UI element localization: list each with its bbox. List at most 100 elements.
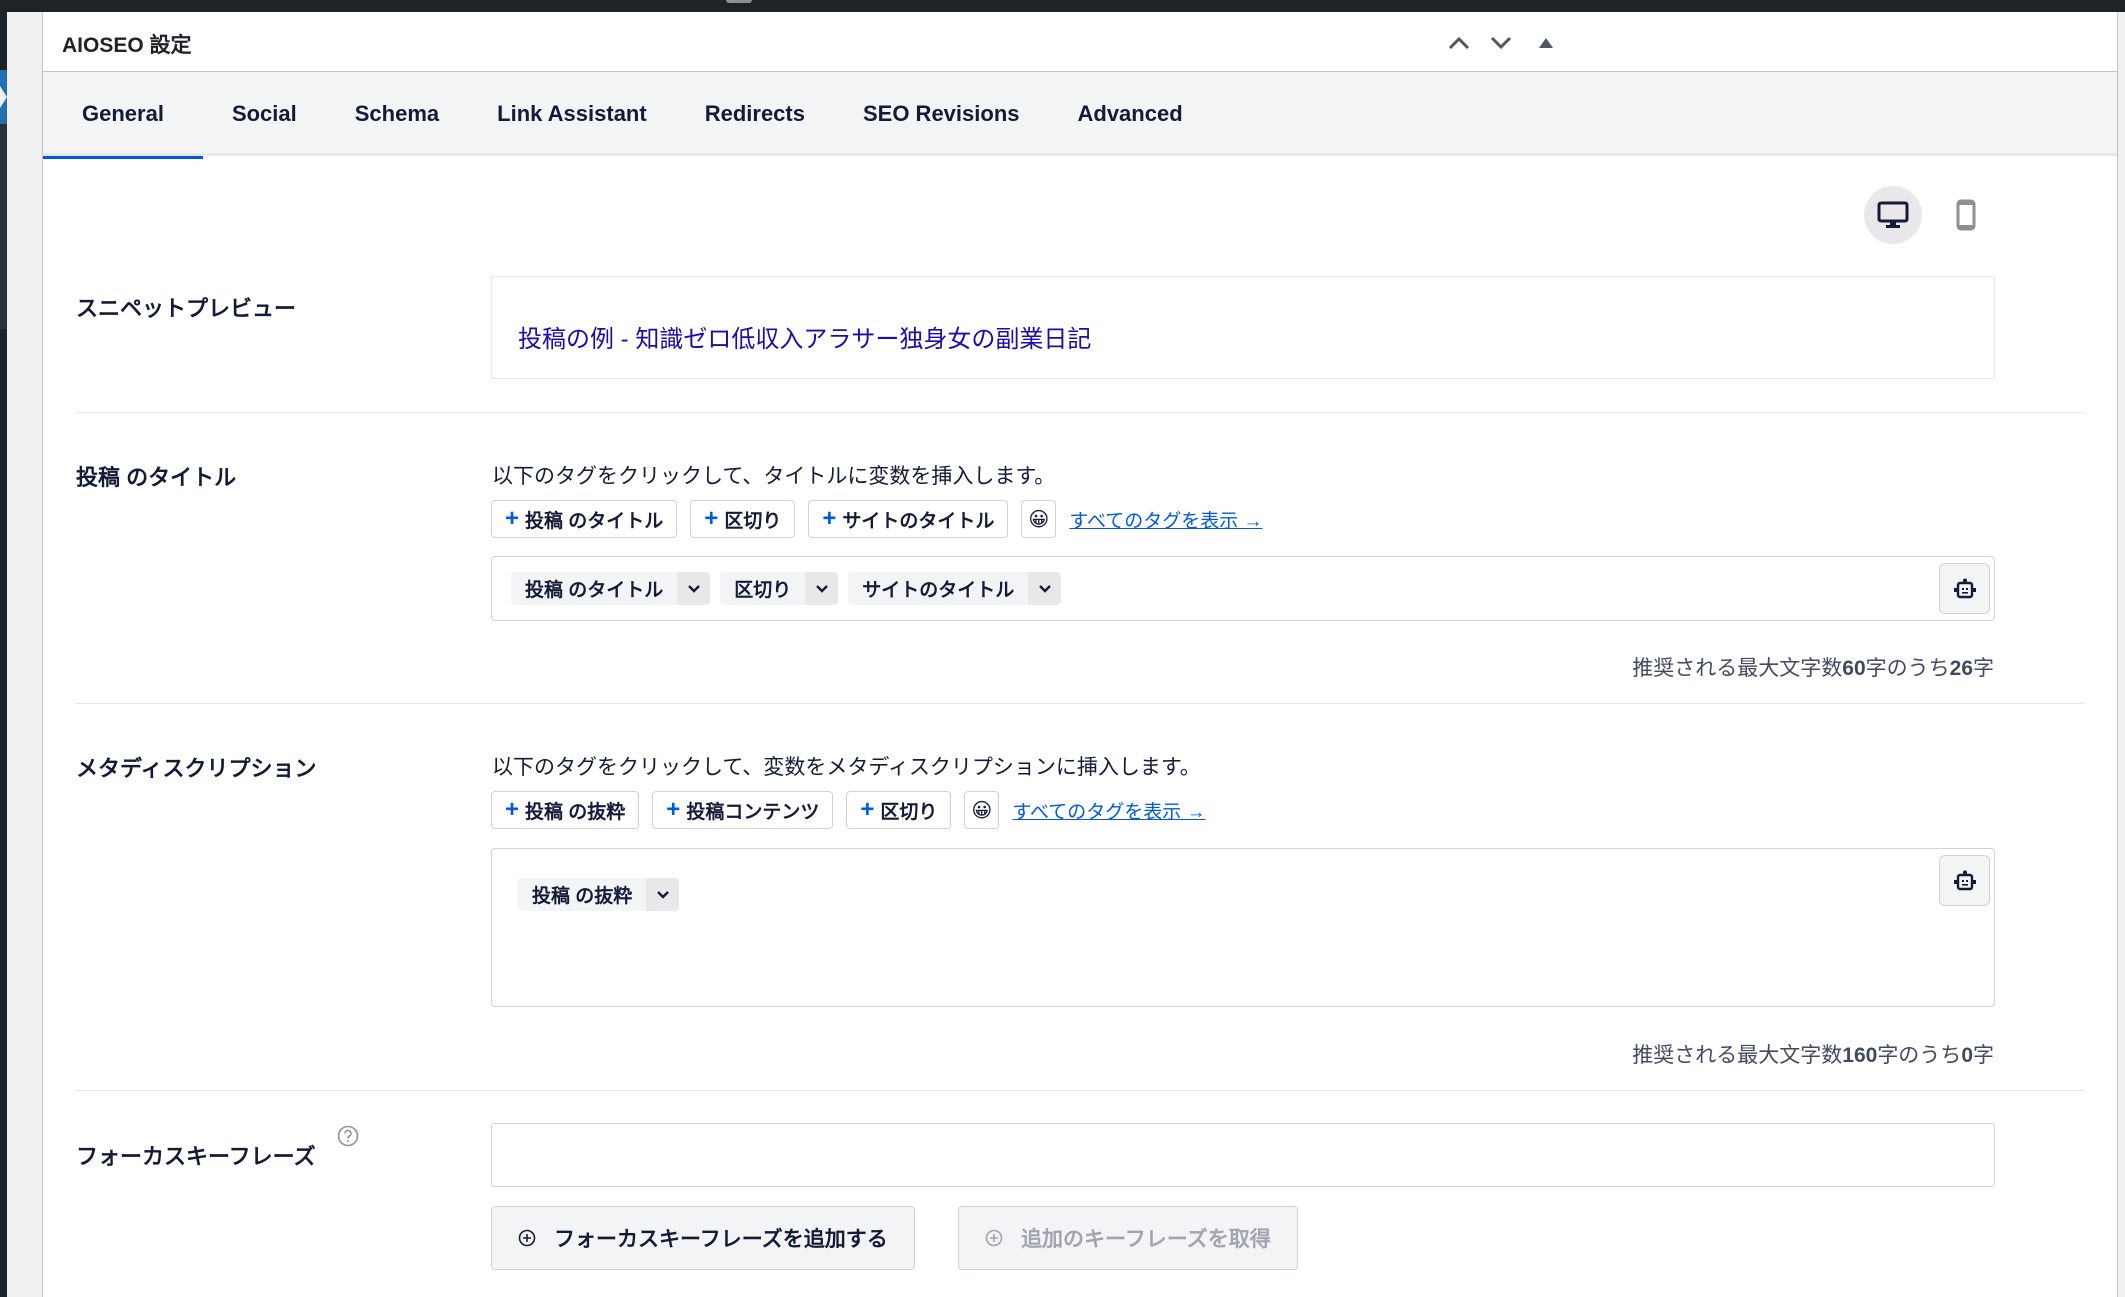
view-all-tags-link[interactable]: すべてのタグを表示 → [1012, 797, 1205, 824]
count-suffix: 字 [1973, 657, 1994, 680]
plus-icon: + [505, 505, 520, 532]
plus-icon: + [860, 796, 875, 823]
top-bar-handle [726, 0, 752, 3]
smiley-emoji-icon: 😀 [1028, 508, 1050, 531]
post-title-description: 以下のタグをクリックして、タイトルに変数を挿入します。 [492, 465, 1056, 488]
plus-icon: + [822, 505, 837, 532]
mobile-icon [1956, 199, 1976, 231]
post-title-char-count: 推奨される最大文字数60字のうち26字 [1632, 652, 1994, 682]
snippet-preview-label: スニペットプレビュー [76, 296, 297, 321]
tag-chip-post-title[interactable]: 投稿 のタイトル [511, 572, 711, 605]
meta-description-editor[interactable]: 投稿 の抜粋 [491, 848, 1995, 1007]
robot-icon [1953, 578, 1976, 598]
sidebar-submenu [0, 124, 7, 329]
meta-description-tag-buttons: + 投稿 の抜粋 + 投稿コンテンツ + 区切り 😀 すべてのタグを表示 → [491, 791, 1206, 829]
admin-top-bar [0, 0, 2125, 12]
plus-circle-icon [518, 1229, 536, 1247]
chip-dropdown-toggle[interactable] [1028, 572, 1062, 605]
focus-keyphrase-input[interactable] [491, 1123, 1995, 1187]
chip-label: サイトのタイトル [848, 572, 1029, 605]
section-divider [76, 1090, 2085, 1091]
chip-dropdown-toggle[interactable] [805, 572, 839, 605]
insert-separator-tag-button[interactable]: + 区切り [846, 791, 952, 829]
plus-icon: + [666, 796, 681, 823]
chevron-up-icon [1448, 36, 1470, 50]
get-additional-keyphrases-button[interactable]: 追加のキーフレーズを取得 [958, 1206, 1298, 1270]
admin-sidebar-edge [0, 12, 7, 1297]
move-down-button[interactable] [1486, 28, 1516, 58]
insert-site-title-tag-button[interactable]: + サイトのタイトル [808, 500, 1009, 538]
tab-schema[interactable]: Schema [326, 72, 468, 156]
ai-generate-title-button[interactable] [1939, 563, 1990, 614]
plus-icon: + [704, 505, 719, 532]
add-focus-keyphrase-button[interactable]: フォーカスキーフレーズを追加する [491, 1206, 915, 1270]
chevron-down-icon [1038, 585, 1051, 593]
post-title-editor[interactable]: 投稿 のタイトル 区切り サイトのタイトル [491, 556, 1995, 621]
focus-keyphrase-label: フォーカスキーフレーズ [76, 1144, 316, 1169]
tag-chip-site-title[interactable]: サイトのタイトル [848, 572, 1062, 605]
tab-link-assistant[interactable]: Link Assistant [468, 72, 676, 156]
count-mid: 字のうち [1877, 1044, 1962, 1067]
plus-icon: + [505, 796, 520, 823]
desktop-icon [1877, 201, 1909, 228]
panel-title: AIOSEO 設定 [62, 34, 192, 57]
aioseo-settings-panel: AIOSEO 設定 General Social Schema Link Ass… [42, 12, 2118, 1297]
post-title-tag-buttons: + 投稿 のタイトル + 区切り + サイトのタイトル 😀 すべてのタグを表示 → [491, 500, 1263, 538]
sidebar-active-arrow-icon [0, 86, 7, 108]
chevron-down-icon [687, 585, 700, 593]
help-icon[interactable] [337, 1125, 359, 1147]
tab-social[interactable]: Social [203, 72, 326, 156]
count-max: 60 [1842, 657, 1866, 680]
emoji-picker-button[interactable]: 😀 [964, 791, 1000, 829]
section-divider [76, 703, 2085, 704]
chip-label: 区切り [720, 572, 806, 605]
settings-tabs: General Social Schema Link Assistant Red… [43, 72, 2117, 159]
ai-generate-description-button[interactable] [1939, 855, 1990, 906]
meta-description-description: 以下のタグをクリックして、変数をメタディスクリプションに挿入します。 [492, 756, 1201, 779]
chip-dropdown-toggle[interactable] [677, 572, 711, 605]
view-all-tags-link[interactable]: すべてのタグを表示 → [1069, 506, 1262, 533]
tag-button-label: 投稿コンテンツ [686, 801, 820, 823]
collapse-panel-button[interactable] [1531, 28, 1561, 58]
desktop-preview-button[interactable] [1864, 186, 1922, 244]
chip-label: 投稿 のタイトル [511, 572, 678, 605]
chip-label: 投稿 の抜粋 [518, 878, 647, 911]
post-title-label: 投稿 のタイトル [76, 465, 237, 490]
chip-dropdown-toggle[interactable] [646, 878, 680, 911]
snippet-preview-box: 投稿の例 - 知識ゼロ低収入アラサー独身女の副業日記 [491, 276, 1995, 379]
post-title-chips: 投稿 のタイトル 区切り サイトのタイトル [511, 572, 1062, 605]
section-divider [76, 412, 2085, 413]
panel-header: AIOSEO 設定 [43, 12, 2117, 72]
count-mid: 字のうち [1865, 657, 1950, 680]
button-label: フォーカスキーフレーズを追加する [554, 1228, 888, 1251]
insert-post-content-tag-button[interactable]: + 投稿コンテンツ [652, 791, 834, 829]
tag-chip-post-excerpt[interactable]: 投稿 の抜粋 [518, 878, 680, 911]
chevron-down-icon [815, 585, 828, 593]
tag-button-label: サイトのタイトル [842, 510, 995, 532]
tab-redirects[interactable]: Redirects [676, 72, 834, 156]
triangle-up-icon [1539, 38, 1553, 48]
emoji-picker-button[interactable]: 😀 [1021, 500, 1057, 538]
meta-description-char-count: 推奨される最大文字数160字のうち0字 [1632, 1039, 1994, 1069]
count-prefix: 推奨される最大文字数 [1632, 657, 1843, 680]
tag-chip-separator[interactable]: 区切り [720, 572, 839, 605]
move-up-button[interactable] [1444, 28, 1474, 58]
insert-post-excerpt-tag-button[interactable]: + 投稿 の抜粋 [491, 791, 640, 829]
chevron-down-icon [656, 891, 669, 899]
chevron-down-icon [1490, 36, 1512, 50]
tab-general[interactable]: General [43, 72, 203, 159]
count-prefix: 推奨される最大文字数 [1632, 1044, 1843, 1067]
insert-separator-tag-button[interactable]: + 区切り [690, 500, 796, 538]
plus-circle-icon [985, 1229, 1003, 1247]
meta-description-label: メタディスクリプション [76, 756, 317, 781]
button-label: 追加のキーフレーズを取得 [1021, 1228, 1271, 1251]
tab-seo-revisions[interactable]: SEO Revisions [834, 72, 1049, 156]
snippet-preview-title: 投稿の例 - 知識ゼロ低収入アラサー独身女の副業日記 [518, 326, 1092, 353]
tab-advanced[interactable]: Advanced [1049, 72, 1212, 156]
meta-description-chips: 投稿 の抜粋 [518, 878, 680, 911]
count-current: 26 [1949, 657, 1973, 680]
count-current: 0 [1961, 1044, 1973, 1067]
insert-post-title-tag-button[interactable]: + 投稿 のタイトル [491, 500, 678, 538]
tag-button-label: 投稿 の抜粋 [525, 801, 626, 823]
mobile-preview-button[interactable] [1937, 186, 1995, 244]
